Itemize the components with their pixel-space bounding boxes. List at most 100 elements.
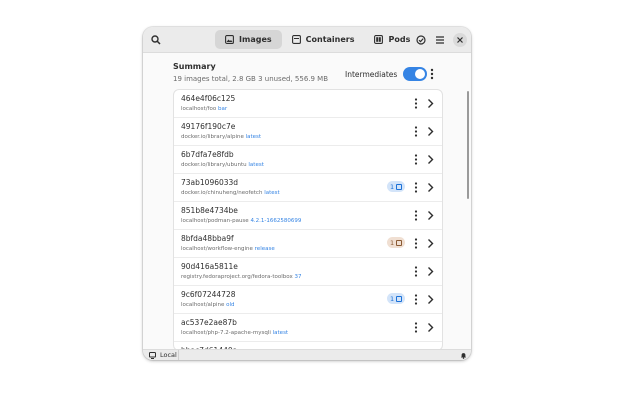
container-count-badge: 1 xyxy=(387,237,406,248)
image-row[interactable]: 73ab1096033d docker.io/chinuheng/neofetch… xyxy=(174,174,442,202)
search-icon xyxy=(151,35,161,45)
image-row[interactable]: 6b7dfa7e8fdb docker.io/library/ubuntu lat… xyxy=(174,146,442,174)
chevron-right-icon[interactable] xyxy=(427,266,434,277)
image-repo: localhost/php-7.2-apache-mysqli xyxy=(181,330,271,336)
close-icon xyxy=(457,37,463,43)
image-id: 464e4f06c125 xyxy=(181,94,236,103)
image-repo-line: docker.io/chinuheng/neofetch latest xyxy=(181,190,280,196)
tab-containers[interactable]: Containers xyxy=(282,30,365,49)
status-bar: Local xyxy=(143,349,471,360)
chevron-right-icon[interactable] xyxy=(427,126,434,137)
image-row[interactable]: 9c6f07244728 localhost/alpine old 1 xyxy=(174,286,442,314)
container-count-badge: 1 xyxy=(387,293,406,304)
search-button[interactable] xyxy=(147,31,165,49)
container-icon xyxy=(291,35,301,44)
image-repo: localhost/alpine xyxy=(181,302,225,308)
image-row[interactable]: 464e4f06c125 localhost/foo bar xyxy=(174,90,442,118)
image-id: 73ab1096033d xyxy=(181,178,239,187)
image-id: 8bfda48bba9f xyxy=(181,234,234,243)
image-id: 9c6f07244728 xyxy=(181,290,236,299)
row-menu-icon[interactable] xyxy=(413,265,419,278)
row-menu-icon[interactable] xyxy=(413,237,419,250)
image-row[interactable]: ac537e2ae87b localhost/php-7.2-apache-mys… xyxy=(174,314,442,342)
header-bar: Images Containers Pods xyxy=(143,27,471,53)
image-repo-line: localhost/php-7.2-apache-mysqli latest xyxy=(181,330,288,336)
image-repo-line: registry.fedoraproject.org/fedora-toolbo… xyxy=(181,274,301,280)
image-id: 851b8e4734be xyxy=(181,206,238,215)
intermediates-toggle-row: Intermediates xyxy=(345,67,428,81)
image-id: 90d416a5811e xyxy=(181,262,238,271)
chevron-right-icon[interactable] xyxy=(427,182,434,193)
summary-section: Summary 19 images total, 2.8 GB 3 unused… xyxy=(173,62,328,83)
row-menu-icon[interactable] xyxy=(413,293,419,306)
scrollbar[interactable] xyxy=(467,91,469,199)
chevron-right-icon[interactable] xyxy=(427,154,434,165)
image-repo: localhost/foo xyxy=(181,106,217,112)
image-repo-line: localhost/foo bar xyxy=(181,106,227,112)
row-menu-icon[interactable] xyxy=(413,321,419,334)
image-repo: docker.io/library/ubuntu xyxy=(181,162,247,168)
image-repo: docker.io/library/alpine xyxy=(181,134,244,140)
container-icon xyxy=(396,239,403,246)
switch-knob xyxy=(415,69,426,79)
pod-icon xyxy=(374,35,384,44)
chevron-right-icon[interactable] xyxy=(427,294,434,305)
image-tag: latest xyxy=(248,162,264,168)
chevron-right-icon[interactable] xyxy=(427,210,434,221)
image-row[interactable]: 90d416a5811e registry.fedoraproject.org/f… xyxy=(174,258,442,286)
image-id: 49176f190c7e xyxy=(181,122,236,131)
badge-count: 1 xyxy=(390,294,395,303)
image-tag: 4.2.1-1662580699 xyxy=(250,218,302,224)
image-repo: localhost/podman-pause xyxy=(181,218,249,224)
badge-count: 1 xyxy=(390,182,395,191)
row-menu-icon[interactable] xyxy=(413,181,419,194)
connection-indicator[interactable]: Local xyxy=(149,351,177,359)
image-repo-line: localhost/alpine old xyxy=(181,302,234,308)
container-icon xyxy=(396,183,403,190)
row-menu-icon[interactable] xyxy=(413,153,419,166)
image-list: 464e4f06c125 localhost/foo bar 49176f190c7… xyxy=(173,89,443,351)
intermediates-switch[interactable] xyxy=(403,67,428,81)
footer-separator xyxy=(178,350,179,360)
row-menu-icon[interactable] xyxy=(413,97,419,110)
image-id: 6b7dfa7e8fdb xyxy=(181,150,234,159)
image-tag: old xyxy=(226,302,235,308)
image-tag: latest xyxy=(272,330,289,336)
image-repo: registry.fedoraproject.org/fedora-toolbo… xyxy=(181,274,293,280)
tab-pods-label: Pods xyxy=(388,35,411,44)
image-icon xyxy=(225,35,234,44)
image-tag: bar xyxy=(217,106,228,112)
tab-containers-label: Containers xyxy=(305,35,355,44)
image-tag: latest xyxy=(245,134,262,140)
view-switcher: Images Containers Pods xyxy=(215,30,420,49)
menu-icon xyxy=(436,36,444,44)
close-button[interactable] xyxy=(453,33,467,47)
summary-menu-icon[interactable] xyxy=(428,67,436,81)
prune-button[interactable] xyxy=(412,31,430,49)
image-row[interactable]: 8bfda48bba9f localhost/workflow-engine re… xyxy=(174,230,442,258)
image-repo-line: docker.io/library/ubuntu latest xyxy=(181,162,264,168)
intermediates-label: Intermediates xyxy=(345,69,398,79)
chevron-right-icon[interactable] xyxy=(427,98,434,109)
image-tag: release xyxy=(254,246,275,252)
row-menu-icon[interactable] xyxy=(413,125,419,138)
image-repo-line: localhost/podman-pause 4.2.1-1662580699 xyxy=(181,218,301,224)
app-window: Images Containers Pods Summary 19 images… xyxy=(143,27,471,360)
bell-icon[interactable] xyxy=(460,352,467,359)
image-repo: localhost/workflow-engine xyxy=(181,246,253,252)
tab-images-label: Images xyxy=(239,35,272,44)
summary-title: Summary xyxy=(173,62,216,71)
image-row[interactable]: 851b8e4734be localhost/podman-pause 4.2.1… xyxy=(174,202,442,230)
chevron-right-icon[interactable] xyxy=(427,322,434,333)
badge-count: 1 xyxy=(390,238,395,247)
chevron-right-icon[interactable] xyxy=(427,238,434,249)
image-row[interactable]: 49176f190c7e docker.io/library/alpine lat… xyxy=(174,118,442,146)
image-tag: latest xyxy=(264,190,280,196)
tab-images[interactable]: Images xyxy=(215,30,282,49)
image-repo-line: docker.io/library/alpine latest xyxy=(181,134,261,140)
row-menu-icon[interactable] xyxy=(413,209,419,222)
image-id: ac537e2ae87b xyxy=(181,318,237,327)
image-repo-line: localhost/workflow-engine release xyxy=(181,246,275,252)
container-icon xyxy=(396,295,403,302)
main-menu-button[interactable] xyxy=(431,31,449,49)
